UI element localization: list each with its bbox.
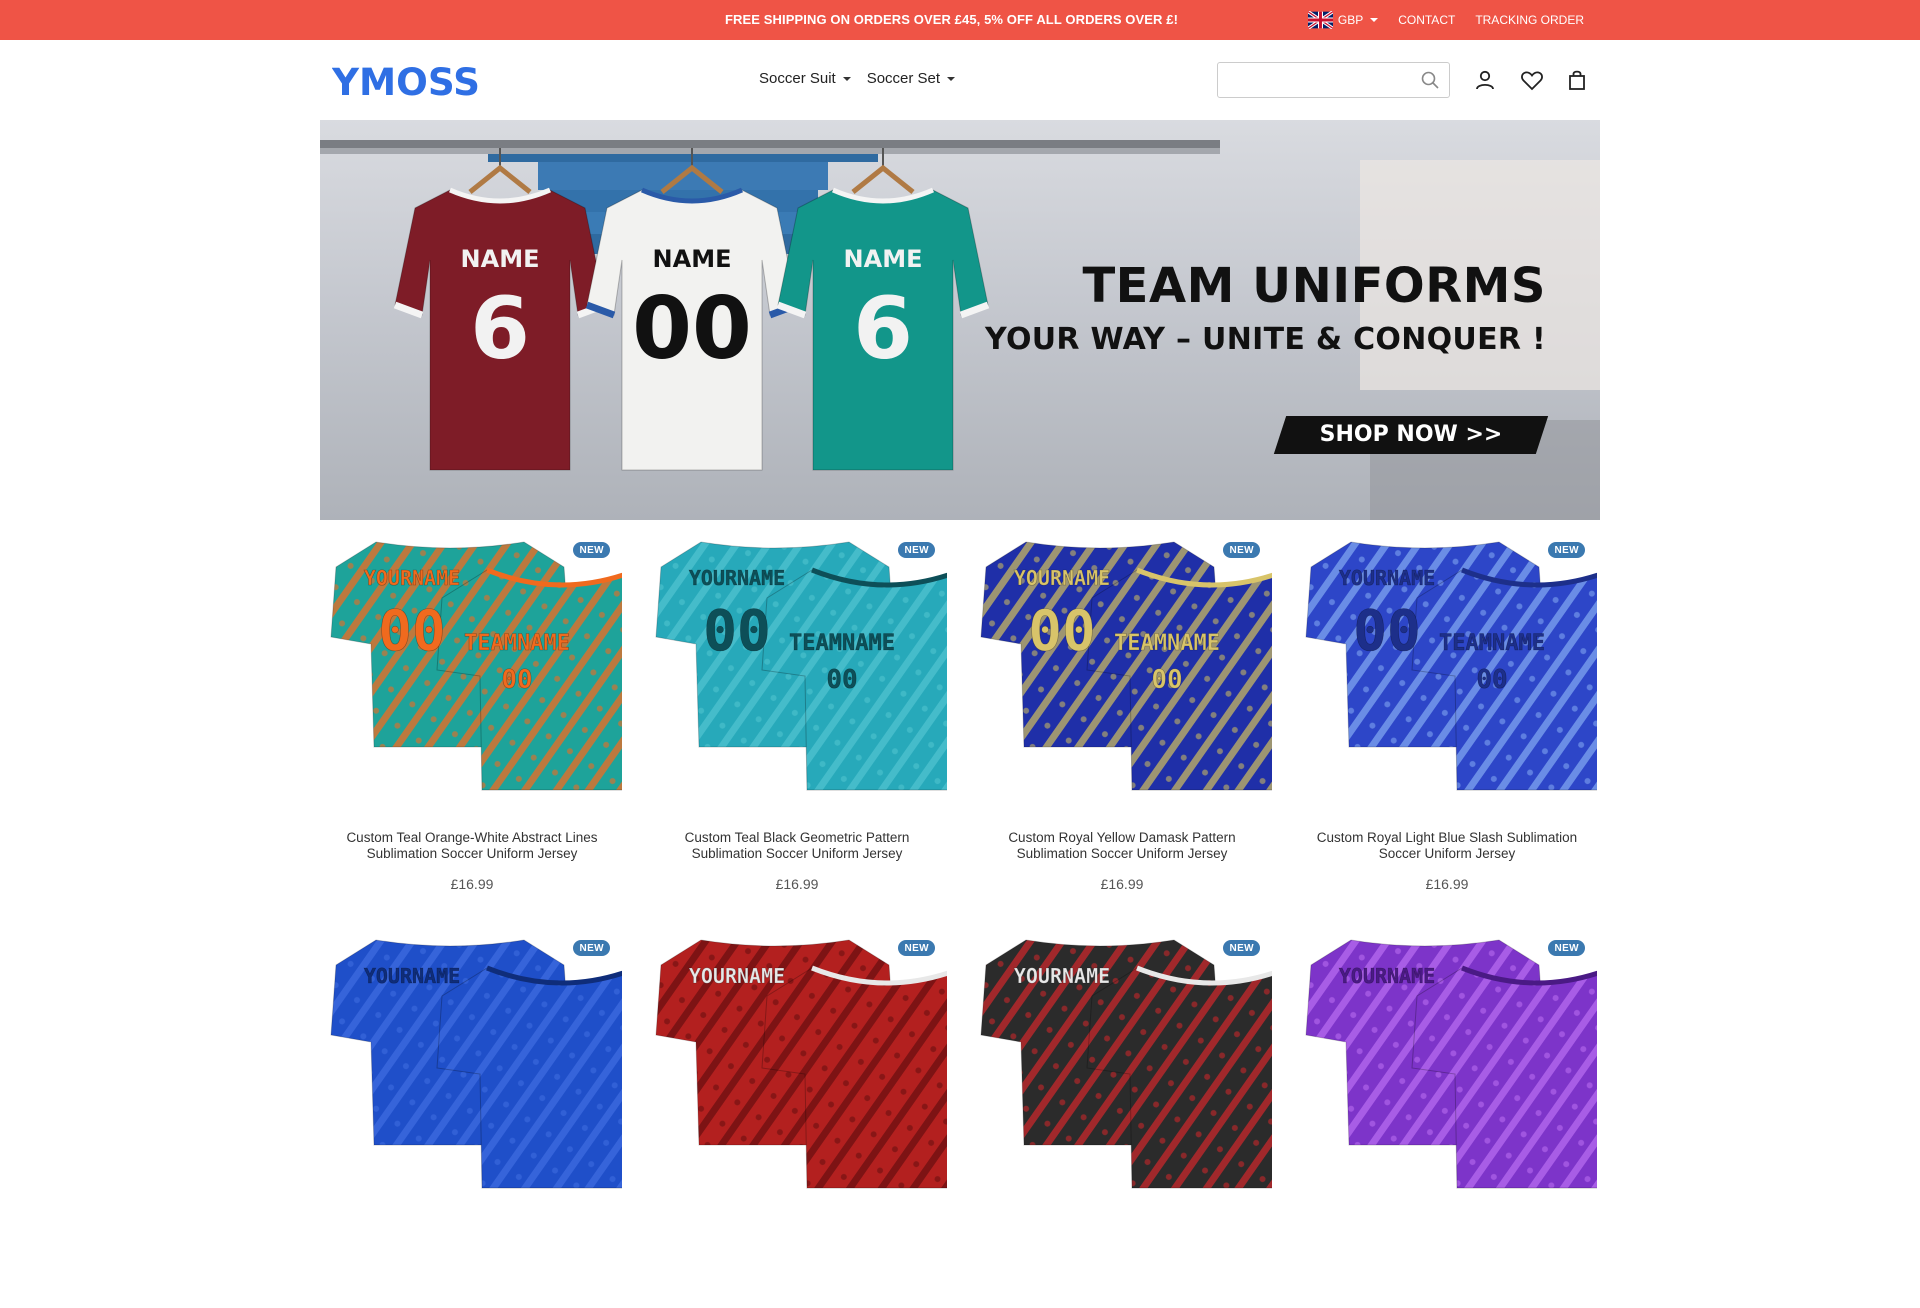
product-card[interactable]: YOURNAME NEW: [322, 928, 622, 1308]
jersey-front-number: 00: [1151, 665, 1182, 695]
product-image[interactable]: YOURNAME 00 TEAMNAME 00: [647, 530, 947, 820]
jersey-front-name: TEAMNAME: [1114, 631, 1220, 656]
shop-now-label: SHOP NOW >>: [1319, 422, 1503, 447]
banner-headline-block: TEAM UNIFORMS YOUR WAY – UNITE & CONQUER…: [985, 258, 1546, 357]
product-card[interactable]: YOURNAME 00 TEAMNAME 00 NEW Custom Teal Orang…: [322, 530, 622, 910]
hero-shirt-number: 6: [470, 279, 530, 379]
search-icon[interactable]: [1421, 71, 1439, 89]
product-image[interactable]: YOURNAME 00 TEAMNAME 00: [322, 530, 622, 820]
svg-text:YMOSS: YMOSS: [332, 62, 480, 100]
new-badge: NEW: [898, 542, 935, 558]
product-image[interactable]: YOURNAME: [647, 928, 947, 1218]
banner-headline: TEAM UNIFORMS: [1082, 258, 1546, 314]
new-badge: NEW: [573, 940, 610, 956]
search-input[interactable]: [1218, 63, 1408, 97]
jersey-back-name: YOURNAME: [1014, 566, 1110, 590]
shopping-bag-icon[interactable]: [1565, 68, 1589, 92]
nav-soccer-set-label: Soccer Set: [866, 70, 941, 87]
hero-shirt-name: NAME: [461, 245, 540, 273]
product-card[interactable]: YOURNAME NEW: [647, 928, 947, 1308]
jersey-back-name: YOURNAME: [1014, 964, 1110, 988]
chevron-down-icon: [947, 76, 956, 81]
product-price: £16.99: [1100, 876, 1144, 892]
tracking-order-link[interactable]: TRACKING ORDER: [1475, 13, 1584, 27]
nav-soccer-set[interactable]: Soccer Set: [866, 70, 956, 87]
currency-selector[interactable]: GBP: [1307, 11, 1379, 29]
jersey-front-number: 00: [826, 665, 857, 695]
product-price: £16.99: [775, 876, 819, 892]
nav-soccer-suit-label: Soccer Suit: [759, 70, 836, 87]
product-image[interactable]: YOURNAME 00 TEAMNAME 00: [972, 530, 1272, 820]
product-image[interactable]: YOURNAME: [322, 928, 622, 1218]
main-nav: Soccer Suit Soccer Set: [759, 70, 956, 87]
banner-subheadline: YOUR WAY – UNITE & CONQUER !: [984, 322, 1546, 357]
new-badge: NEW: [1548, 542, 1585, 558]
product-card[interactable]: YOURNAME NEW: [1297, 928, 1597, 1308]
hero-shirt-number: 6: [853, 279, 913, 379]
jersey-front-name: TEAMNAME: [1439, 631, 1545, 656]
jersey-back-name: YOURNAME: [689, 964, 785, 988]
product-card[interactable]: YOURNAME 00 TEAMNAME 00 NEW Custom Royal Ligh…: [1297, 530, 1597, 910]
product-title[interactable]: Custom Royal Yellow Damask Pattern Subli…: [982, 830, 1262, 862]
uk-flag-icon: [1307, 11, 1333, 29]
product-title[interactable]: Custom Teal Orange-White Abstract Lines …: [332, 830, 612, 862]
new-badge: NEW: [573, 542, 610, 558]
new-badge: NEW: [1223, 542, 1260, 558]
chevron-down-icon: [1370, 18, 1379, 22]
product-price: £16.99: [1425, 876, 1469, 892]
account-icon[interactable]: [1473, 68, 1497, 92]
wishlist-heart-icon[interactable]: [1520, 68, 1544, 92]
product-price: £16.99: [450, 876, 494, 892]
jersey-front-name: TEAMNAME: [464, 631, 570, 656]
jersey-back-name: YOURNAME: [1339, 566, 1435, 590]
topbar-links: GBP CONTACT TRACKING ORDER: [1307, 0, 1584, 40]
jersey-back-number: 00: [378, 599, 445, 664]
jersey-front-name: TEAMNAME: [789, 631, 895, 656]
ymoss-logo[interactable]: YMOSS: [332, 62, 482, 100]
jersey-front-number: 00: [501, 665, 532, 695]
product-image[interactable]: YOURNAME: [1297, 928, 1597, 1218]
hero-banner[interactable]: NAME 6 NAME 00 NAME 6 TEAM UNIFORMS YOUR WAY …: [320, 120, 1600, 520]
jersey-back-name: YOURNAME: [364, 964, 460, 988]
new-badge: NEW: [898, 940, 935, 956]
jersey-front-number: 00: [1476, 665, 1507, 695]
hero-shirt-name: NAME: [653, 245, 732, 273]
product-card[interactable]: YOURNAME NEW: [972, 928, 1272, 1308]
search-box: [1217, 62, 1450, 98]
currency-label: GBP: [1337, 13, 1364, 27]
jersey-back-number: 00: [703, 599, 770, 664]
site-header: YMOSS Soccer Suit Soccer Set: [0, 40, 1920, 120]
product-title[interactable]: Custom Teal Black Geometric Pattern Subl…: [657, 830, 937, 862]
new-badge: NEW: [1223, 940, 1260, 956]
hero-shirt-number: 00: [632, 279, 752, 379]
jersey-back-number: 00: [1028, 599, 1095, 664]
new-badge: NEW: [1548, 940, 1585, 956]
nav-soccer-suit[interactable]: Soccer Suit: [759, 70, 851, 87]
jersey-back-name: YOURNAME: [364, 566, 460, 590]
jersey-back-number: 00: [1353, 599, 1420, 664]
promo-text: FREE SHIPPING ON ORDERS OVER £45, 5% OFF…: [724, 12, 1179, 27]
jersey-back-name: YOURNAME: [1339, 964, 1435, 988]
product-title[interactable]: Custom Royal Light Blue Slash Sublimatio…: [1307, 830, 1587, 862]
product-image[interactable]: YOURNAME 00 TEAMNAME 00: [1297, 530, 1597, 820]
contact-link[interactable]: CONTACT: [1398, 13, 1455, 27]
chevron-down-icon: [842, 76, 851, 81]
product-card[interactable]: YOURNAME 00 TEAMNAME 00 NEW Custom Royal Yell…: [972, 530, 1272, 910]
product-card[interactable]: YOURNAME 00 TEAMNAME 00 NEW Custom Teal Black…: [647, 530, 947, 910]
shop-now-button[interactable]: SHOP NOW >>: [1273, 416, 1549, 454]
jersey-back-name: YOURNAME: [689, 566, 785, 590]
announcement-bar: FREE SHIPPING ON ORDERS OVER £45, 5% OFF…: [0, 0, 1920, 40]
product-image[interactable]: YOURNAME: [972, 928, 1272, 1218]
hero-shirt-name: NAME: [844, 245, 923, 273]
